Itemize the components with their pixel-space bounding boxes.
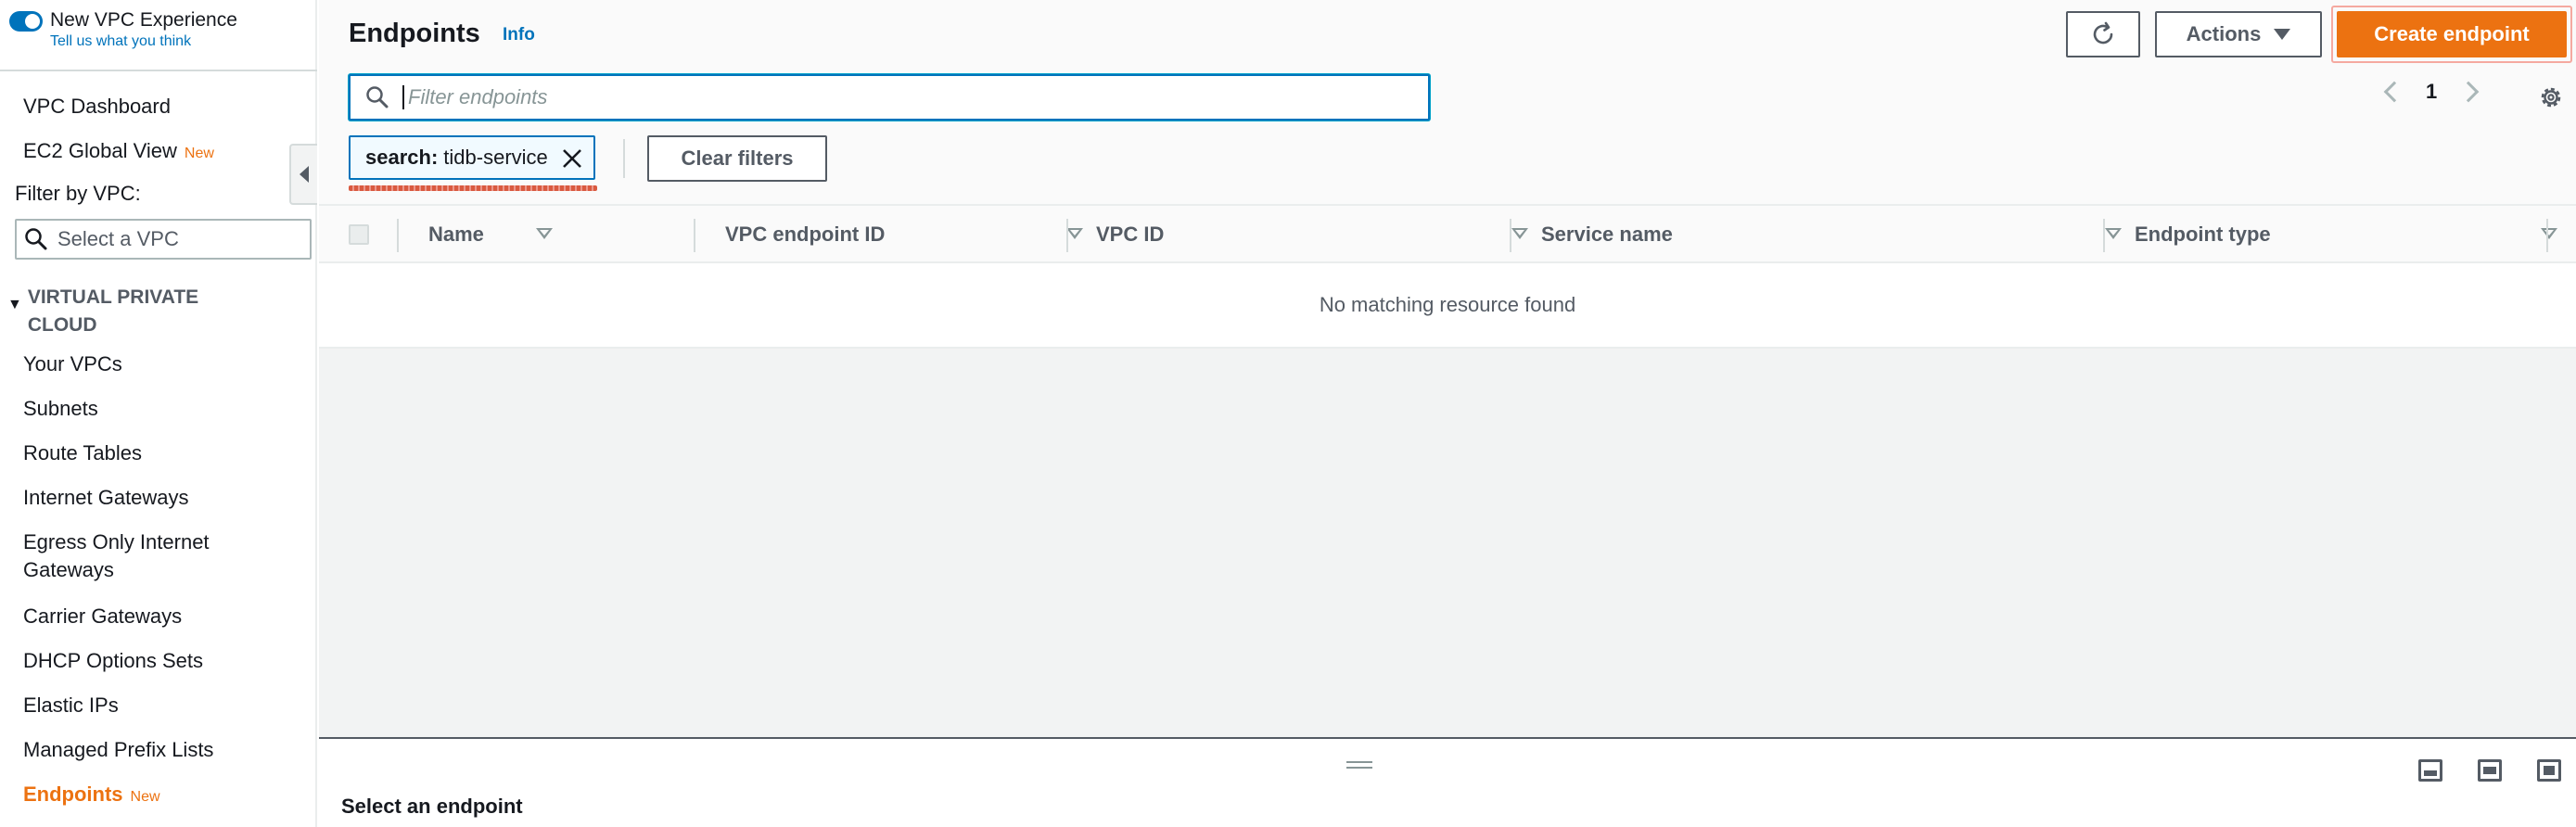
refresh-button[interactable] (2066, 11, 2140, 57)
filter-token-value: tidb-service (443, 146, 548, 169)
column-divider (1510, 219, 1511, 252)
split-panel-title: Select an endpoint (341, 795, 523, 818)
sidebar-item-endpoints[interactable]: Endpoints New (23, 781, 160, 811)
column-divider (694, 219, 695, 252)
next-page-icon[interactable] (2457, 81, 2480, 103)
toggle-label: New VPC Experience (50, 9, 237, 31)
remove-filter-button[interactable] (560, 146, 584, 176)
table-header: Name VPC endpoint ID VPC ID Service name… (319, 204, 2576, 263)
sidebar-item-route-tables[interactable]: Route Tables (23, 439, 142, 467)
vpc-select-placeholder: Select a VPC (57, 227, 179, 250)
caret-down-icon: ▼ (7, 297, 22, 312)
column-divider (397, 219, 399, 252)
layout-side-icon[interactable] (2478, 759, 2502, 782)
sidebar-navigation: New VPC Experience Tell us what you thin… (0, 0, 317, 827)
sidebar-item-your-vpcs[interactable]: Your VPCs (23, 350, 122, 378)
actions-dropdown-button[interactable]: Actions (2155, 11, 2322, 57)
new-badge: New (130, 789, 160, 805)
new-vpc-experience-toggle[interactable] (9, 11, 43, 32)
sort-icon (536, 228, 553, 239)
clear-filters-button[interactable]: Clear filters (647, 135, 827, 182)
actions-label: Actions (2186, 22, 2262, 45)
filter-separator (623, 139, 625, 178)
resize-handle[interactable] (1346, 761, 1372, 770)
spellcheck-underline (349, 185, 597, 191)
sort-icon (1066, 228, 1083, 239)
column-header-name[interactable]: Name (428, 206, 566, 263)
page-title: Endpoints (349, 19, 480, 48)
table-empty-state: No matching resource found (319, 263, 2576, 349)
toggle-text: New VPC Experience Tell us what you thin… (50, 9, 237, 52)
section-title: VIRTUAL PRIVATE CLOUD (27, 286, 199, 336)
current-page-number[interactable]: 1 (2426, 80, 2437, 104)
pagination: 1 (2383, 80, 2480, 104)
column-divider (2546, 219, 2548, 252)
sidebar-item-dhcp-options-sets[interactable]: DHCP Options Sets (23, 647, 203, 675)
search-icon (25, 228, 47, 250)
table-preferences-button[interactable] (2537, 83, 2565, 116)
column-label: Name (428, 223, 484, 246)
toggle-knob (25, 14, 40, 29)
vpc-select[interactable]: Select a VPC (15, 219, 312, 260)
column-divider (1066, 219, 1068, 252)
sort-icon (1511, 228, 1528, 239)
new-badge: New (184, 146, 214, 161)
main-content: Endpoints Info Actions Create endpoint F… (319, 0, 2576, 827)
column-header-endpoint-type[interactable]: Endpoint type (2135, 206, 2570, 263)
sort-icon (2541, 228, 2557, 239)
filter-token-key: search: (365, 146, 439, 169)
section-virtual-private-cloud[interactable]: ▼ VIRTUAL PRIVATE CLOUD (7, 284, 213, 339)
feedback-link[interactable]: Tell us what you think (50, 32, 237, 52)
column-label: VPC ID (1096, 223, 1165, 246)
sidebar-item-label: EC2 Global View (23, 139, 177, 162)
search-icon (366, 86, 389, 108)
layout-bottom-icon[interactable] (2418, 759, 2442, 782)
sidebar-item-carrier-gateways[interactable]: Carrier Gateways (23, 603, 182, 630)
column-divider (2103, 219, 2105, 252)
layout-full-icon[interactable] (2537, 759, 2561, 782)
empty-message: No matching resource found (1319, 293, 1576, 316)
column-header-vpc-id[interactable]: VPC ID (1096, 206, 1541, 263)
split-panel: Select an endpoint (319, 737, 2576, 827)
sidebar-item-subnets[interactable]: Subnets (23, 395, 98, 423)
create-endpoint-highlight: Create endpoint (2331, 6, 2572, 63)
sidebar-item-managed-prefix-lists[interactable]: Managed Prefix Lists (23, 736, 213, 764)
gear-icon (2541, 87, 2561, 108)
sidebar-item-vpc-dashboard[interactable]: VPC Dashboard (23, 93, 171, 121)
refresh-icon (2093, 21, 2113, 45)
sidebar-item-elastic-ips[interactable]: Elastic IPs (23, 692, 119, 719)
sidebar-item-label: Endpoints (23, 782, 123, 806)
column-header-vpc-endpoint-id[interactable]: VPC endpoint ID (725, 206, 1096, 263)
previous-page-icon[interactable] (2383, 81, 2405, 103)
sidebar-divider (0, 70, 317, 71)
info-link[interactable]: Info (503, 25, 535, 45)
filter-endpoints-search[interactable] (349, 74, 1430, 121)
sidebar-item-egress-only-internet-gateways[interactable]: Egress Only Internet Gateways (23, 528, 246, 584)
filter-endpoints-input[interactable] (408, 85, 1335, 109)
filter-by-vpc-label: Filter by VPC: (15, 182, 141, 205)
endpoints-header-panel: Endpoints Info Actions Create endpoint F… (319, 0, 2576, 204)
column-label: VPC endpoint ID (725, 223, 886, 246)
close-icon (563, 149, 581, 168)
caret-down-icon (2274, 29, 2291, 40)
create-endpoint-button[interactable]: Create endpoint (2337, 11, 2567, 57)
select-all-checkbox[interactable] (349, 224, 369, 245)
sidebar-item-ec2-global-view[interactable]: EC2 Global View New (23, 137, 214, 168)
collapse-sidebar-button[interactable] (289, 144, 317, 205)
sort-icon (2105, 228, 2122, 239)
column-label: Endpoint type (2135, 223, 2271, 246)
sidebar-item-internet-gateways[interactable]: Internet Gateways (23, 484, 189, 512)
caret-left-icon (300, 166, 309, 183)
new-vpc-experience-toggle-row: New VPC Experience Tell us what you thin… (9, 9, 237, 52)
filter-token: search: tidb-service (349, 135, 595, 180)
text-cursor (402, 85, 404, 109)
column-header-service-name[interactable]: Service name (1541, 206, 2135, 263)
column-label: Service name (1541, 223, 1673, 246)
